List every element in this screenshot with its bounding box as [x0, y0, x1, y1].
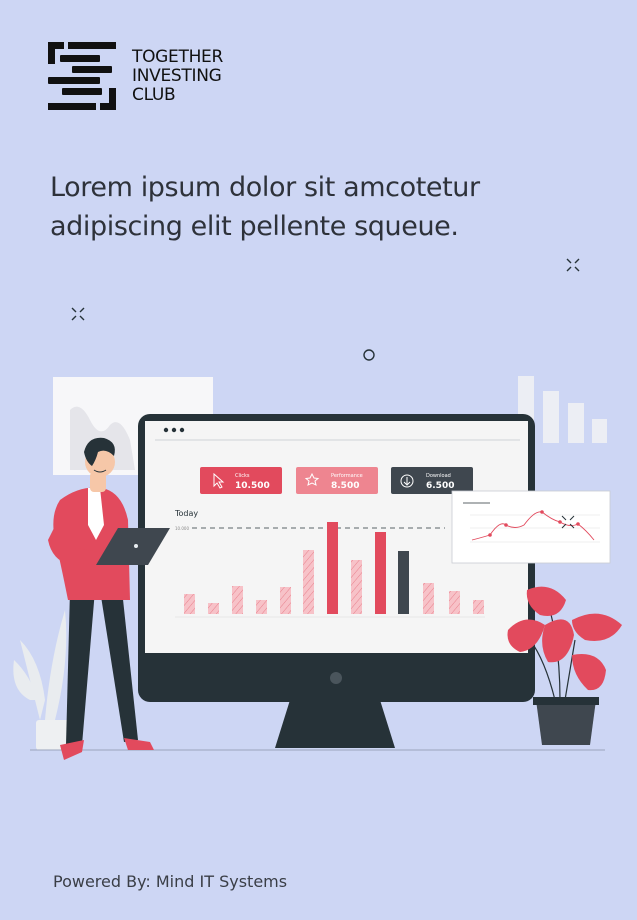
- stat-card-clicks: Clicks 10.500: [200, 467, 282, 494]
- bar: [184, 594, 195, 614]
- logo-mark-icon: [48, 42, 116, 110]
- dashboard-illustration: Clicks 10.500 Performance 8.500 Download…: [13, 376, 622, 760]
- stat-value-performance: 8.500: [331, 481, 359, 491]
- bar: [327, 522, 338, 614]
- bar: [303, 550, 314, 614]
- bar: [256, 600, 267, 614]
- bar: [473, 600, 484, 614]
- stat-card-performance: Performance 8.500: [296, 467, 378, 494]
- bar: [375, 532, 386, 614]
- bar: [232, 586, 243, 614]
- bar: [280, 587, 291, 614]
- headline-line-2: adipiscing elit pellente squeue.: [50, 211, 459, 242]
- brand-name: TOGETHER INVESTING CLUB: [132, 46, 224, 105]
- sparkle-icon: [566, 258, 580, 272]
- bar: [449, 591, 460, 614]
- headline-line-1: Lorem ipsum dolor sit amcotetur: [50, 172, 480, 203]
- stat-value-download: 6.500: [426, 481, 454, 491]
- headline: Lorem ipsum dolor sit amcotetur adipisci…: [50, 168, 590, 246]
- bar: [208, 603, 219, 614]
- brand-name-line-2: INVESTING: [132, 65, 222, 86]
- bar: [351, 560, 362, 614]
- stat-value-clicks: 10.500: [235, 481, 270, 491]
- stat-label-performance: Performance: [331, 473, 363, 479]
- stat-card-download: Download 6.500: [391, 467, 473, 494]
- brand-name-line-3: CLUB: [132, 84, 176, 105]
- brand-logo: TOGETHER INVESTING CLUB: [48, 42, 223, 110]
- brand-name-line-1: TOGETHER: [132, 46, 224, 67]
- sparkle-icon: [71, 307, 85, 321]
- chart-title: Today: [174, 509, 198, 518]
- line-chart-card: [451, 490, 611, 564]
- bar: [398, 551, 409, 614]
- plant-left: [13, 610, 70, 750]
- stat-label-clicks: Clicks: [235, 473, 250, 479]
- chart-y-label: 10.000: [175, 526, 189, 531]
- stat-label-download: Download: [426, 473, 451, 479]
- footer-credit: Powered By: Mind IT Systems: [53, 872, 288, 891]
- bar: [423, 583, 434, 614]
